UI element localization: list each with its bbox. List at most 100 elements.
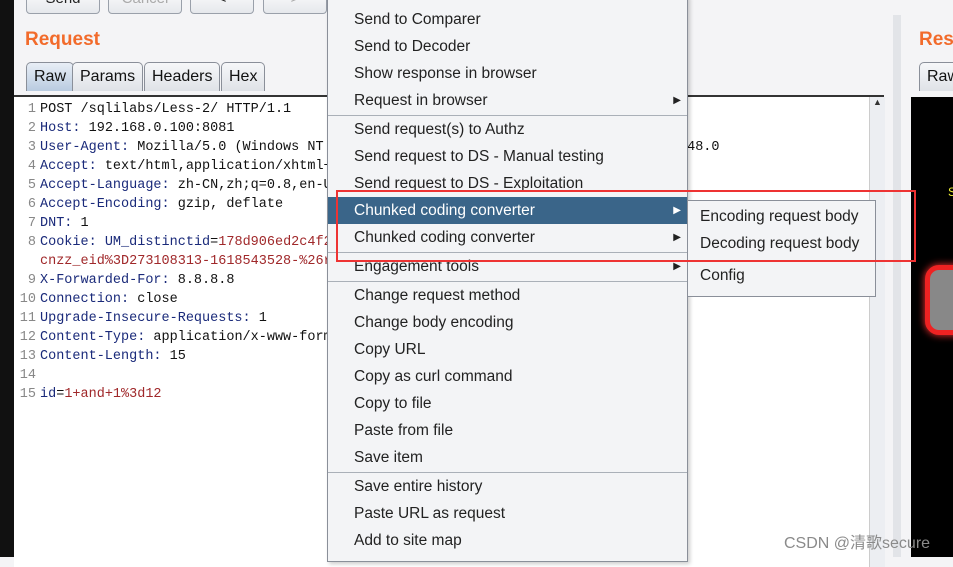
menu-item[interactable]: Send to Comparer (328, 6, 687, 33)
request-line: 1 POST /sqlilabs/Less-2/ HTTP/1.1 (14, 100, 291, 119)
splitter[interactable] (893, 15, 901, 557)
request-line: 2 Host: 192.168.0.100:8081 (14, 119, 235, 138)
request-line: 6 Accept-Encoding: gzip, deflate (14, 195, 283, 214)
request-line: 15 id=1+and+1%3d12 (14, 385, 162, 404)
line-number: 8 (27, 235, 36, 250)
line-text: 1 (250, 311, 267, 326)
line-text: Accept-Language: (40, 178, 170, 193)
line-text: text/html,application/xhtml+ (96, 159, 332, 174)
menu-item[interactable]: Chunked coding converter ▶ (328, 197, 687, 224)
line-text: 1+and+1%3d12 (64, 387, 162, 402)
line-text: X-Forwarded-For: (40, 273, 170, 288)
menu-item-label: Copy URL (354, 341, 426, 358)
line-text: 8.8.8.8 (169, 273, 235, 288)
submenu-arrow-icon: ▶ (673, 232, 681, 243)
menu-item[interactable]: Paste from file (328, 417, 687, 444)
scroll-up-icon[interactable]: ▲ (870, 97, 885, 107)
menu-item-label: Chunked coding converter (354, 229, 535, 246)
menu-item[interactable]: Change body encoding (328, 309, 687, 336)
menu-item-label: Request in browser (354, 92, 488, 109)
menu-item[interactable]: Send request to DS - Manual testing (328, 143, 687, 170)
menu-item[interactable]: Paste URL as request (328, 500, 687, 527)
line-text: zh-CN,zh;q=0.8,en-U (169, 178, 332, 193)
line-text: User-Agent: (40, 140, 130, 155)
tab-raw[interactable]: Raw (26, 62, 75, 91)
request-line: 12 Content-Type: application/x-www-form (14, 328, 332, 347)
line-text: Upgrade-Insecure-Requests: (40, 311, 251, 326)
menu-item[interactable]: Copy as curl command (328, 363, 687, 390)
menu-item-label: Save item (354, 449, 423, 466)
chunked-submenu: Encoding request body Decoding request bo… (687, 200, 876, 297)
line-text: cnzz_eid%3D273108313-1618543528-%26r (40, 254, 332, 269)
request-line: 14 (14, 366, 40, 385)
line-number: 5 (27, 178, 36, 193)
menu-item-label: Change body encoding (354, 314, 514, 331)
request-line: 4 Accept: text/html,application/xhtml+ (14, 157, 332, 176)
menu-item-label: Add to site map (354, 532, 462, 549)
request-line: 5 Accept-Language: zh-CN,zh;q=0.8,en-U (14, 176, 332, 195)
request-title: Request (25, 29, 100, 50)
menu-item[interactable]: Chunked coding converter ▶ (328, 224, 687, 251)
line-number: 13 (19, 349, 36, 364)
line-text: 178d906ed2c4f2 (218, 235, 332, 250)
menu-item[interactable]: Save entire history (328, 473, 687, 500)
response-render: S (911, 97, 953, 557)
menu-item[interactable]: Send request to DS - Exploitation (328, 170, 687, 197)
submenu-arrow-icon: ▶ (673, 261, 681, 272)
menu-item[interactable]: Engagement tools ▶ (328, 253, 687, 280)
menu-item[interactable]: Send to Decoder (328, 33, 687, 60)
line-number: 12 (19, 330, 36, 345)
line-text: close (129, 292, 178, 307)
forward-button[interactable]: > (263, 0, 327, 14)
line-number: 11 (19, 311, 36, 326)
line-text: Host: (40, 121, 81, 136)
menu-item-label: Send to Comparer (354, 11, 481, 28)
menu-item[interactable]: Change request method (328, 282, 687, 309)
menu-item-label: Send request(s) to Authz (354, 121, 525, 138)
line-number: 15 (19, 387, 36, 402)
request-line: cnzz_eid%3D273108313-1618543528-%26r (14, 252, 332, 271)
menu-item[interactable]: Copy to file (328, 390, 687, 417)
line-text: Connection: (40, 292, 130, 307)
line-text: 1 (72, 216, 89, 231)
request-line: 9 X-Forwarded-For: 8.8.8.8 (14, 271, 235, 290)
menu-item[interactable]: Send request(s) to Authz (328, 116, 687, 143)
menu-item[interactable]: Add to site map (328, 527, 687, 554)
line-text: gzip, deflate (169, 197, 284, 212)
response-tab-raw[interactable]: Raw (919, 62, 953, 91)
line-text (97, 235, 105, 250)
watermark: CSDN @清歌secure (784, 535, 931, 552)
tab-hex[interactable]: Hex (221, 62, 266, 91)
menu-item-label: Paste from file (354, 422, 454, 439)
menu-item[interactable]: Show response in browser (328, 60, 687, 87)
line-text: Mozilla/5.0 (Windows NT (129, 140, 324, 155)
submenu-arrow-icon: ▶ (673, 205, 681, 216)
line-text: id (40, 387, 57, 402)
submenu-item[interactable]: Decoding request body (688, 230, 875, 257)
submenu-item[interactable]: Encoding request body (688, 203, 875, 230)
line-number: 4 (27, 159, 36, 174)
menu-item[interactable]: Copy URL (328, 336, 687, 363)
line-number: 6 (27, 197, 36, 212)
menu-item[interactable]: Save item (328, 444, 687, 471)
send-button[interactable]: Send (26, 0, 100, 14)
tab-params[interactable]: Params (72, 62, 144, 91)
menu-item-label: Show response in browser (354, 65, 537, 82)
line-text: Accept: (40, 159, 97, 174)
menu-item-label: Send to Decoder (354, 38, 471, 55)
context-menu: Send to Comparer Send to Decoder Show resp… (327, 0, 688, 562)
line-number: 7 (27, 216, 36, 231)
submenu-arrow-icon: ▶ (673, 95, 681, 106)
request-line: 8 Cookie: UM_distinctid=178d906ed2c4f2 (14, 233, 332, 252)
tab-headers[interactable]: Headers (144, 62, 221, 91)
cancel-button[interactable]: Cancel (108, 0, 182, 14)
menu-item[interactable]: Request in browser ▶ (328, 87, 687, 114)
line-text: 192.168.0.100:8081 (80, 121, 235, 136)
line-text: 15 (161, 349, 186, 364)
back-button[interactable]: < (190, 0, 254, 14)
editor-scrollbar[interactable]: ▲ (869, 97, 885, 567)
request-line: 3 User-Agent: Mozilla/5.0 (Windows NT (14, 138, 324, 157)
response-title: Res (919, 29, 953, 50)
submenu-item[interactable]: Config (688, 262, 875, 289)
menu-item-label: Copy as curl command (354, 368, 513, 385)
